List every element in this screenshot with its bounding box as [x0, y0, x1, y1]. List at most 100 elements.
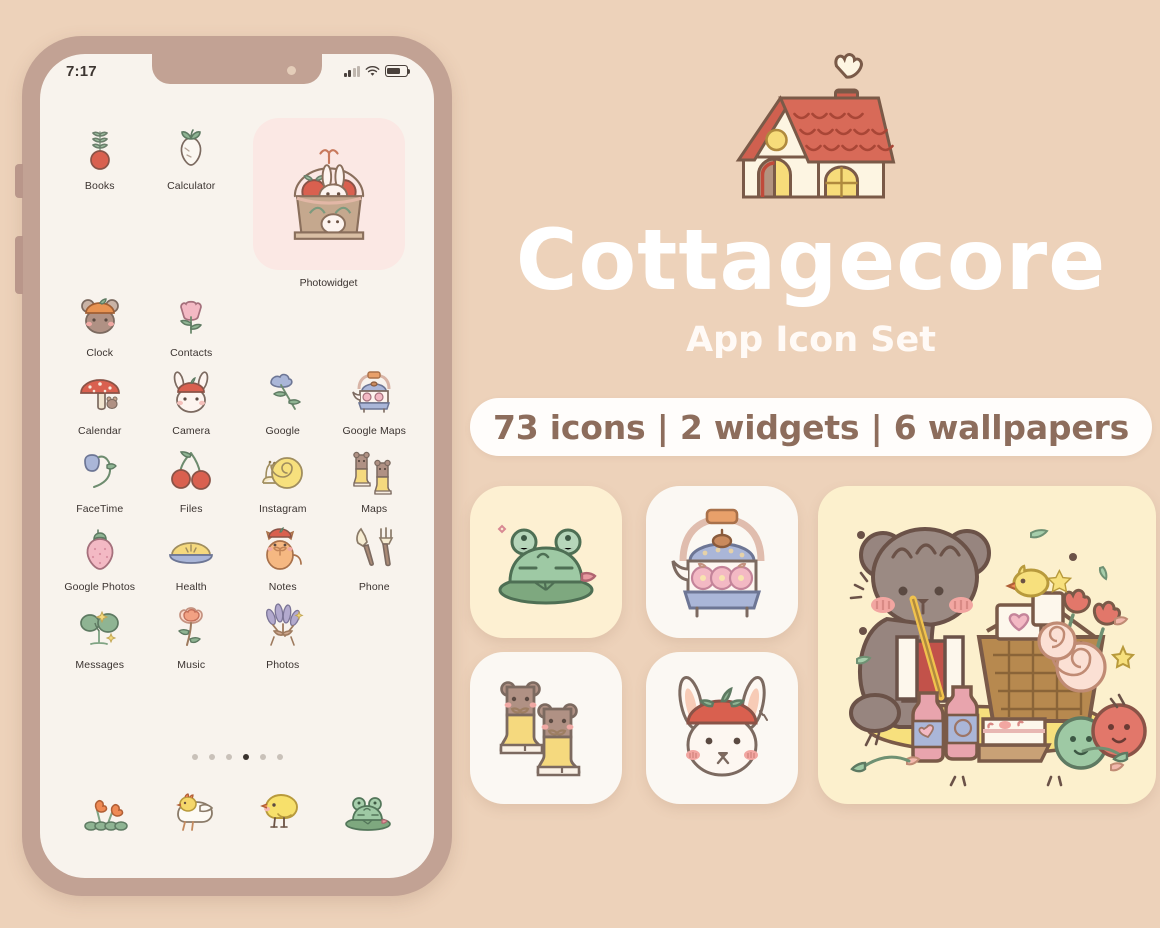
- app-icon-calculator[interactable]: Calculator: [146, 114, 238, 289]
- grid-row: Clock Contacts: [54, 281, 420, 359]
- app-icon-messages[interactable]: Messages: [54, 593, 146, 671]
- app-icon-books[interactable]: Books: [54, 114, 146, 289]
- grid-row: Google Photos Health Notes Phone: [54, 515, 420, 593]
- blue-bellflower-icon: [257, 367, 309, 419]
- bunny-tomato-hat-icon: [678, 675, 768, 777]
- snail-icon: [257, 445, 309, 497]
- app-label: Phone: [358, 581, 390, 593]
- floral-teapot-icon: [671, 508, 765, 618]
- page-dot[interactable]: [208, 754, 215, 760]
- page-dot[interactable]: [276, 754, 283, 760]
- app-icon-camera[interactable]: Camera: [146, 359, 238, 437]
- turnip-icon: [165, 122, 217, 174]
- rain-boots-icon: [499, 681, 581, 777]
- app-icon-files[interactable]: Files: [146, 437, 238, 515]
- page-subtitle: App Icon Set: [686, 320, 936, 360]
- yellow-chick-icon[interactable]: [254, 784, 308, 838]
- app-label: Maps: [361, 503, 388, 515]
- widget-tile[interactable]: [252, 118, 405, 270]
- pie-icon: [165, 523, 217, 575]
- app-label: Books: [84, 180, 115, 192]
- app-label: Camera: [172, 425, 211, 437]
- app-icon-contacts[interactable]: Contacts: [146, 281, 238, 359]
- page-dot[interactable]: [225, 754, 232, 760]
- app-icon-grid: Books Calculator Photowidget Clock Conta…: [40, 114, 434, 671]
- grid-row: Messages Music Photos: [54, 593, 420, 671]
- phone-mockup: 7:17 Books Calculator Photowidget Clock …: [15, 36, 452, 896]
- phone-dock: [40, 784, 434, 838]
- bunny-basket-widget: [293, 149, 364, 240]
- page-title: Cottagecore: [515, 211, 1107, 309]
- app-icon-google-maps[interactable]: Google Maps: [329, 359, 421, 437]
- app-icon-photos[interactable]: Photos: [237, 593, 329, 671]
- page-dot-active[interactable]: [242, 754, 249, 760]
- app-icon-calendar[interactable]: Calendar: [54, 359, 146, 437]
- grid-row: Books Calculator Photowidget: [54, 114, 420, 289]
- app-icon-maps[interactable]: Maps: [329, 437, 421, 515]
- icon-showcase: [470, 486, 1156, 826]
- hen-with-chick-icon[interactable]: [166, 784, 220, 838]
- app-label: Calendar: [78, 425, 122, 437]
- frog-on-lilypad-icon: [497, 524, 597, 605]
- widget-photowidget[interactable]: Photowidget: [237, 114, 420, 289]
- rain-boots-icon: [348, 445, 400, 497]
- app-label: Messages: [75, 659, 125, 671]
- badge-text: 73 icons | 2 widgets | 6 wallpapers: [492, 407, 1130, 447]
- page-indicator[interactable]: [40, 754, 434, 760]
- radish-icon: [74, 122, 126, 174]
- clover-sprout-icon: [74, 601, 126, 653]
- widget-spacer: [237, 281, 420, 359]
- rain-boots-tile[interactable]: [470, 652, 622, 804]
- picnic-bear-widget: [849, 527, 1147, 787]
- mushroom-icon: [74, 367, 126, 419]
- page-dot[interactable]: [191, 754, 198, 760]
- app-icon-facetime[interactable]: FaceTime: [54, 437, 146, 515]
- bear-pumpkin-hat-icon: [74, 289, 126, 341]
- app-icon-google[interactable]: Google: [237, 359, 329, 437]
- frog-on-lilypad-icon[interactable]: [341, 784, 395, 838]
- bunny-tomato-hat-tile[interactable]: [646, 652, 798, 804]
- phone-screen: 7:17 Books Calculator Photowidget Clock …: [40, 54, 434, 878]
- app-icon-instagram[interactable]: Instagram: [237, 437, 329, 515]
- peach-flower-icon: [165, 601, 217, 653]
- app-label: Google: [265, 425, 300, 437]
- app-label: Music: [177, 659, 206, 671]
- page-dot[interactable]: [259, 754, 266, 760]
- floral-teapot-tile[interactable]: [646, 486, 798, 638]
- app-label: FaceTime: [76, 503, 124, 515]
- cellular-signal-icon: [343, 65, 360, 77]
- app-icon-empty: [329, 593, 421, 671]
- floral-teapot-icon: [348, 367, 400, 419]
- app-icon-health[interactable]: Health: [146, 515, 238, 593]
- app-label: Contacts: [170, 347, 213, 359]
- picnic-bear-widget-tile[interactable]: [818, 486, 1156, 804]
- grid-row: FaceTime Files Instagram Maps: [54, 437, 420, 515]
- app-icon-google-photos[interactable]: Google Photos: [54, 515, 146, 593]
- app-label: Calculator: [167, 180, 216, 192]
- status-bar: 7:17: [40, 54, 434, 88]
- orange-cat-icon: [257, 523, 309, 575]
- app-icon-notes[interactable]: Notes: [237, 515, 329, 593]
- feature-count-badge: 73 icons | 2 widgets | 6 wallpapers: [470, 398, 1152, 456]
- orange-flowers-icon[interactable]: [79, 784, 133, 838]
- app-label: Notes: [268, 581, 297, 593]
- app-icon-clock[interactable]: Clock: [54, 281, 146, 359]
- cherries-icon: [165, 445, 217, 497]
- frog-on-lilypad-tile[interactable]: [470, 486, 622, 638]
- app-icon-phone[interactable]: Phone: [329, 515, 421, 593]
- bluebell-flower-icon: [74, 445, 126, 497]
- grid-row: Calendar Camera Google Google Maps: [54, 359, 420, 437]
- app-label: Photos: [266, 659, 300, 671]
- app-label: Clock: [86, 347, 114, 359]
- garden-tools-icon: [348, 523, 400, 575]
- promo-panel: Cottagecore App Icon Set 73 icons | 2 wi…: [462, 0, 1160, 928]
- app-label: Instagram: [258, 503, 307, 515]
- app-icon-music[interactable]: Music: [146, 593, 238, 671]
- app-label: Health: [175, 581, 207, 593]
- bunny-tomato-hat-icon: [165, 367, 217, 419]
- wifi-icon: [365, 65, 380, 76]
- strawberry-icon: [74, 523, 126, 575]
- battery-icon: [385, 65, 411, 77]
- pink-tulip-icon: [165, 289, 217, 341]
- cottage-house-icon: [719, 52, 904, 222]
